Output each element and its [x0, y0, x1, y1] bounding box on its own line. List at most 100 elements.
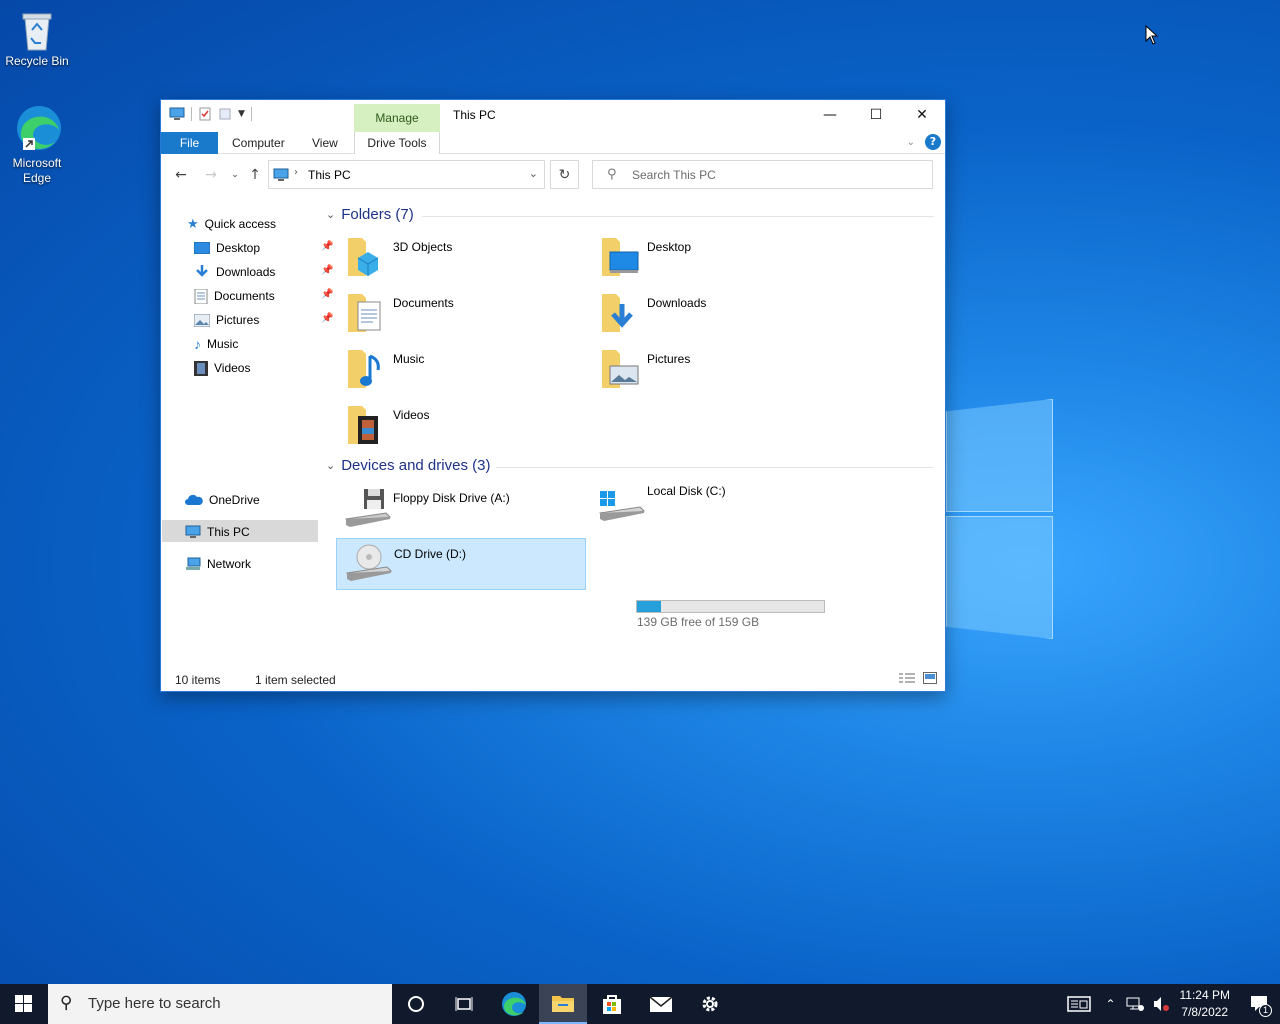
download-icon — [196, 265, 208, 277]
folder-downloads[interactable]: Downloads — [590, 288, 840, 340]
music-folder-icon — [348, 350, 380, 388]
picture-icon — [194, 313, 210, 327]
taskbar-search-box[interactable]: ⚲ Type here to search — [48, 984, 392, 1024]
recent-locations-chevron-icon[interactable]: ⌄ — [225, 165, 245, 185]
clock-time: 11:24 PM — [1179, 988, 1230, 1002]
taskbar-search-placeholder: Type here to search — [88, 995, 221, 1012]
folder-videos[interactable]: Videos — [336, 400, 586, 452]
minimize-button[interactable]: — — [807, 100, 853, 130]
folder-label: Desktop — [647, 240, 692, 254]
nav-item-label: Pictures — [216, 313, 260, 327]
collapse-chevron-icon[interactable]: ⌄ — [326, 459, 335, 472]
close-button[interactable]: ✕ — [899, 100, 945, 130]
selection-count: 1 item selected — [255, 673, 336, 687]
system-clock[interactable]: 11:24 PM 7/8/2022 — [1180, 987, 1230, 1021]
task-view-button[interactable] — [440, 984, 488, 1024]
search-placeholder: Search This PC — [632, 168, 716, 182]
folder-pictures[interactable]: Pictures — [590, 344, 840, 396]
cloud-icon — [185, 494, 203, 505]
taskbar-store[interactable] — [588, 984, 636, 1024]
folder-documents[interactable]: Documents — [336, 288, 586, 340]
breadcrumb-separator-icon: › — [294, 167, 298, 178]
help-icon[interactable]: ? — [925, 134, 941, 150]
desktop-icon-recycle-bin[interactable]: Recycle Bin — [0, 8, 74, 69]
action-center-button[interactable]: 1 — [1240, 984, 1280, 1024]
windows-logo-icon — [15, 995, 32, 1012]
back-arrow-icon[interactable]: ← — [171, 165, 191, 185]
folder-3d-objects[interactable]: 3D Objects — [336, 232, 586, 284]
properties-icon[interactable] — [198, 107, 212, 121]
nav-item-network[interactable]: Network — [185, 553, 251, 575]
folder-label: Pictures — [647, 352, 691, 366]
tab-drive-tools[interactable]: Drive Tools — [354, 132, 440, 154]
refresh-button[interactable]: ↻ — [550, 160, 579, 189]
tab-file[interactable]: File — [161, 132, 218, 154]
maximize-button[interactable]: ☐ — [853, 100, 899, 130]
folder-label: Downloads — [647, 296, 707, 310]
cortana-button[interactable] — [392, 984, 440, 1024]
devices-group-header[interactable]: ⌄ Devices and drives (3) — [326, 457, 490, 474]
tab-computer[interactable]: Computer — [232, 132, 285, 154]
folder-label: Documents — [393, 296, 454, 310]
floppy-drive-icon — [345, 489, 392, 527]
nav-item-music[interactable]: ♪ Music — [194, 333, 238, 355]
nav-item-videos[interactable]: Videos — [194, 357, 250, 379]
clock-date: 7/8/2022 — [1181, 1005, 1229, 1019]
edge-icon — [502, 992, 526, 1016]
taskbar-settings[interactable] — [686, 984, 734, 1024]
collapse-chevron-icon[interactable]: ⌄ — [326, 208, 335, 221]
nav-item-quick-access[interactable]: ★ Quick access — [187, 213, 276, 235]
up-arrow-icon[interactable]: ↑ — [245, 165, 265, 185]
manage-contextual-tab[interactable]: Manage — [354, 104, 440, 132]
new-folder-icon[interactable] — [218, 107, 232, 121]
network-status-icon[interactable] — [1126, 996, 1144, 1012]
gear-icon — [702, 996, 718, 1012]
search-box[interactable]: ⚲ Search This PC — [592, 160, 933, 189]
details-view-icon[interactable] — [899, 672, 915, 684]
computer-icon[interactable] — [169, 107, 185, 121]
folders-group-header[interactable]: ⌄ Folders (7) — [326, 206, 414, 223]
nav-item-label: Desktop — [216, 241, 261, 255]
mouse-cursor-icon — [1145, 25, 1159, 45]
drive-cd-d[interactable]: CD Drive (D:) — [336, 538, 586, 590]
news-widget-icon[interactable] — [1067, 995, 1092, 1013]
nav-item-this-pc[interactable]: This PC — [185, 521, 250, 543]
desktop-icon-label: Microsoft Edge — [12, 156, 62, 185]
address-bar[interactable]: › This PC ⌄ — [268, 160, 545, 189]
forward-arrow-icon[interactable]: → — [201, 165, 221, 185]
customize-qat-chevron-icon[interactable]: ▼ — [238, 109, 245, 119]
expand-ribbon-chevron-icon[interactable]: ⌄ — [907, 137, 915, 148]
show-hidden-icons-chevron-icon[interactable]: ⌃ — [1105, 997, 1115, 1011]
search-icon: ⚲ — [607, 167, 617, 182]
drive-label: CD Drive (D:) — [394, 547, 466, 561]
system-tray: ⌃ 11:24 PM 7/8/2022 1 — [1067, 984, 1280, 1024]
large-icons-view-icon[interactable] — [923, 672, 937, 684]
desktop-icon — [194, 242, 210, 254]
start-button[interactable] — [0, 984, 48, 1024]
nav-item-label: Videos — [214, 361, 251, 375]
volume-muted-icon[interactable] — [1152, 996, 1170, 1012]
drive-local-c[interactable]: Local Disk (C:) — [590, 483, 840, 535]
mail-icon — [649, 996, 673, 1012]
title-bar[interactable]: ▼ Manage This PC — ☐ ✕ — [161, 100, 945, 132]
tab-view[interactable]: View — [312, 132, 338, 154]
store-bag-icon — [603, 995, 621, 1014]
desktop-icon-edge[interactable]: Microsoft Edge — [0, 104, 74, 186]
group-title: Folders (7) — [341, 206, 414, 223]
edge-icon — [17, 106, 61, 150]
taskbar-file-explorer[interactable] — [539, 984, 587, 1024]
address-dropdown-chevron-icon[interactable]: ⌄ — [529, 167, 538, 180]
document-icon — [194, 288, 208, 304]
drive-floppy-a[interactable]: Floppy Disk Drive (A:) — [336, 483, 586, 535]
nav-item-onedrive[interactable]: OneDrive — [185, 489, 260, 511]
nav-item-label: Downloads — [216, 265, 276, 279]
cortana-circle-icon — [408, 996, 424, 1012]
group-divider — [422, 216, 934, 217]
folder-desktop[interactable]: Desktop — [590, 232, 840, 284]
taskbar-edge[interactable] — [490, 984, 538, 1024]
group-divider — [496, 467, 934, 468]
taskbar-mail[interactable] — [637, 984, 685, 1024]
folder-music[interactable]: Music — [336, 344, 586, 396]
recycle-bin-icon — [22, 13, 52, 51]
content-pane: ⌄ Folders (7) 3D Objects Desktop Documen… — [326, 200, 938, 670]
